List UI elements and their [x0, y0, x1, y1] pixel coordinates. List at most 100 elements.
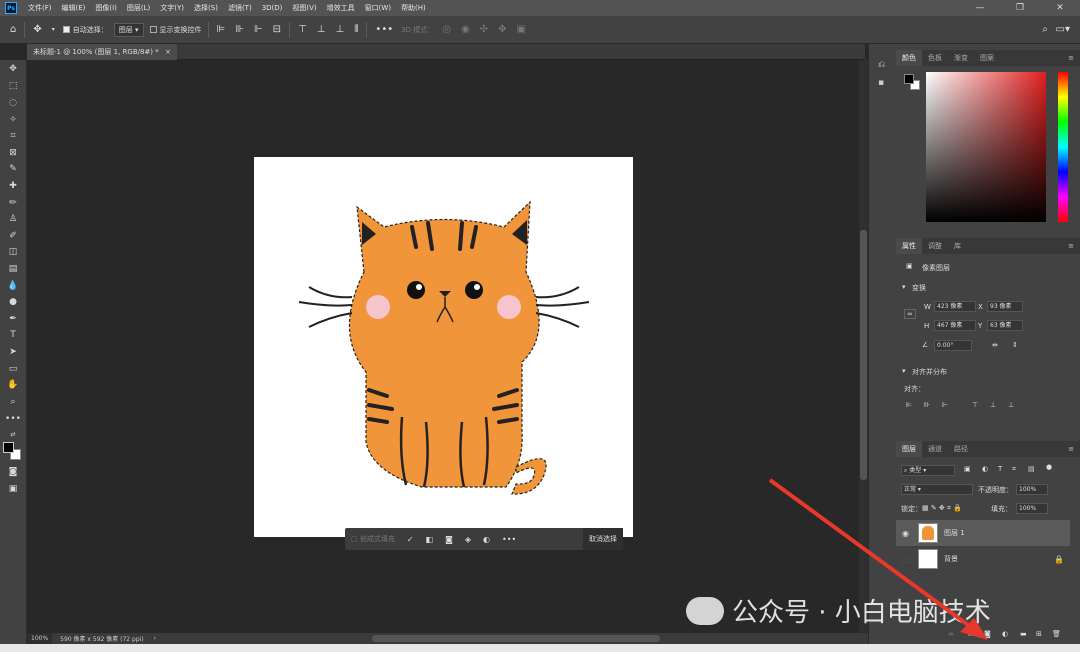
- align-hcenter-icon[interactable]: ⊪: [924, 401, 930, 409]
- tab-channels[interactable]: 通道: [922, 441, 948, 457]
- filter-toggle-icon[interactable]: ●: [1046, 463, 1052, 471]
- align-hcenter-icon[interactable]: ⊟: [271, 24, 283, 35]
- swap-colors-icon[interactable]: ⇄: [4, 428, 22, 442]
- menu-plugins[interactable]: 增效工具: [322, 3, 360, 13]
- tab-swatches[interactable]: 色板: [922, 50, 948, 66]
- pen-tool-icon[interactable]: ✒: [4, 312, 22, 326]
- distribute-icon[interactable]: ⫴: [352, 24, 360, 35]
- search-icon[interactable]: ⌕: [1040, 24, 1050, 35]
- fill-icon[interactable]: ◈: [465, 535, 471, 544]
- workspace-icon[interactable]: ▭▾: [1054, 24, 1072, 35]
- move-tool-icon[interactable]: ✥: [4, 62, 22, 76]
- marquee-tool-icon[interactable]: ⬚: [4, 79, 22, 93]
- flip-horizontal-icon[interactable]: ⇹: [992, 341, 998, 349]
- path-select-icon[interactable]: ➤: [4, 345, 22, 359]
- scroll-thumb[interactable]: [860, 230, 867, 480]
- crop-tool-icon[interactable]: ⌗: [4, 129, 22, 143]
- align-right-icon[interactable]: ⊩: [942, 401, 948, 409]
- align-left-icon[interactable]: ⊫: [906, 401, 912, 409]
- home-icon[interactable]: ⌂: [8, 24, 18, 35]
- menu-window[interactable]: 窗口(W): [360, 3, 396, 13]
- comment-icon[interactable]: ▪: [878, 78, 884, 88]
- adjustment-icon[interactable]: ◐: [483, 535, 490, 544]
- adjustment-layer-icon[interactable]: ◐: [1002, 630, 1008, 638]
- show-transform-checkbox[interactable]: 显示变换控件: [149, 25, 202, 35]
- tab-properties[interactable]: 属性: [896, 238, 922, 254]
- eyedropper-icon[interactable]: ✎: [4, 162, 22, 176]
- align-middle-icon[interactable]: ⊥: [315, 24, 328, 35]
- generative-fill-button[interactable]: ▢ 创成式填充: [351, 534, 395, 544]
- width-field[interactable]: 423 像素: [934, 301, 976, 312]
- canvas-area[interactable]: ▢ 创成式填充 ✓ ◧ ◙ ◈ ◐ ••• 取消选择: [27, 60, 859, 633]
- align-bottom-icon[interactable]: ⊥: [1008, 401, 1014, 409]
- menu-layer[interactable]: 图层(L): [122, 3, 155, 13]
- align-bottom-icon[interactable]: ⊥: [334, 24, 347, 35]
- mask-icon[interactable]: ◙: [445, 535, 453, 544]
- color-picker-field[interactable]: [926, 72, 1046, 222]
- tab-patterns[interactable]: 图案: [974, 50, 1000, 66]
- tab-adjustments[interactable]: 调整: [922, 238, 948, 254]
- new-group-icon[interactable]: ▬: [1020, 630, 1027, 638]
- filter-shape-icon[interactable]: ⌗: [1012, 465, 1016, 474]
- transform-icon[interactable]: ◧: [426, 535, 434, 544]
- eraser-icon[interactable]: ◫: [4, 245, 22, 259]
- panel-menu-icon[interactable]: ≡: [1062, 50, 1080, 66]
- fill-field[interactable]: 100%: [1016, 503, 1048, 514]
- new-layer-icon[interactable]: ⊞: [1036, 630, 1042, 638]
- restore-button[interactable]: ❐: [1000, 0, 1040, 16]
- link-icon[interactable]: ∞: [904, 309, 916, 319]
- blur-tool-icon[interactable]: 💧: [4, 279, 22, 293]
- align-vcenter-icon[interactable]: ⊥: [990, 401, 996, 409]
- hand-tool-icon[interactable]: ✋: [4, 378, 22, 392]
- chevron-down-icon[interactable]: ▾: [50, 26, 57, 33]
- more-icon[interactable]: •••: [502, 535, 516, 544]
- quick-mask-icon[interactable]: ◙: [4, 465, 22, 479]
- flip-vertical-icon[interactable]: ⇕: [1012, 341, 1018, 349]
- lasso-tool-icon[interactable]: ◌: [4, 96, 22, 110]
- panel-menu-icon[interactable]: ≡: [1062, 238, 1080, 254]
- cat-illustration[interactable]: [254, 157, 633, 537]
- menu-image[interactable]: 图像(I): [90, 3, 122, 13]
- chevron-down-icon[interactable]: ▾: [902, 367, 906, 375]
- magic-wand-icon[interactable]: ✧: [4, 113, 22, 127]
- tab-gradients[interactable]: 渐变: [948, 50, 974, 66]
- tab-layers[interactable]: 图层: [896, 441, 922, 457]
- align-right-icon[interactable]: ⊩: [252, 24, 265, 35]
- auto-select-dropdown[interactable]: 图层 ▾: [113, 22, 144, 37]
- chevron-down-icon[interactable]: ▾: [902, 283, 906, 291]
- delete-layer-icon[interactable]: 🗑: [1052, 630, 1061, 638]
- dodge-tool-icon[interactable]: ●: [4, 295, 22, 309]
- healing-brush-icon[interactable]: ✚: [4, 179, 22, 193]
- history-icon[interactable]: ⎌: [878, 60, 885, 70]
- horizontal-scroll-thumb[interactable]: [372, 635, 660, 642]
- clone-stamp-icon[interactable]: ♙: [4, 212, 22, 226]
- zoom-field[interactable]: 100%: [27, 633, 53, 644]
- more-options-icon[interactable]: •••: [373, 24, 395, 35]
- close-tab-icon[interactable]: ×: [165, 48, 171, 56]
- y-field[interactable]: 63 像素: [987, 320, 1023, 331]
- auto-select-checkbox[interactable]: 自动选择：: [62, 25, 108, 35]
- type-tool-icon[interactable]: T: [4, 328, 22, 342]
- opacity-field[interactable]: 100%: [1016, 484, 1048, 495]
- menu-edit[interactable]: 编辑(E): [57, 3, 91, 13]
- document-canvas[interactable]: [254, 157, 633, 537]
- foreground-color-swatch[interactable]: [3, 442, 14, 453]
- x-field[interactable]: 93 像素: [987, 301, 1023, 312]
- align-center-icon[interactable]: ⊪: [233, 24, 246, 35]
- hue-slider[interactable]: [1058, 72, 1068, 222]
- shape-tool-icon[interactable]: ▭: [4, 362, 22, 376]
- foreground-color-swatch[interactable]: [904, 74, 914, 84]
- menu-type[interactable]: 文字(Y): [155, 3, 189, 13]
- screen-mode-icon[interactable]: ▣: [4, 482, 22, 496]
- frame-tool-icon[interactable]: ⊠: [4, 146, 22, 160]
- gradient-tool-icon[interactable]: ▤: [4, 262, 22, 276]
- menu-select[interactable]: 选择(S): [189, 3, 223, 13]
- menu-help[interactable]: 帮助(H): [396, 3, 431, 13]
- align-left-icon[interactable]: ⊫: [215, 24, 228, 35]
- menu-3d[interactable]: 3D(D): [257, 4, 288, 12]
- select-subject-icon[interactable]: ✓: [407, 535, 414, 544]
- menu-view[interactable]: 视图(V): [287, 3, 321, 13]
- document-info[interactable]: 590 像素 x 592 像素 (72 ppi): [60, 634, 144, 643]
- history-brush-icon[interactable]: ✐: [4, 229, 22, 243]
- menu-file[interactable]: 文件(F): [23, 3, 57, 13]
